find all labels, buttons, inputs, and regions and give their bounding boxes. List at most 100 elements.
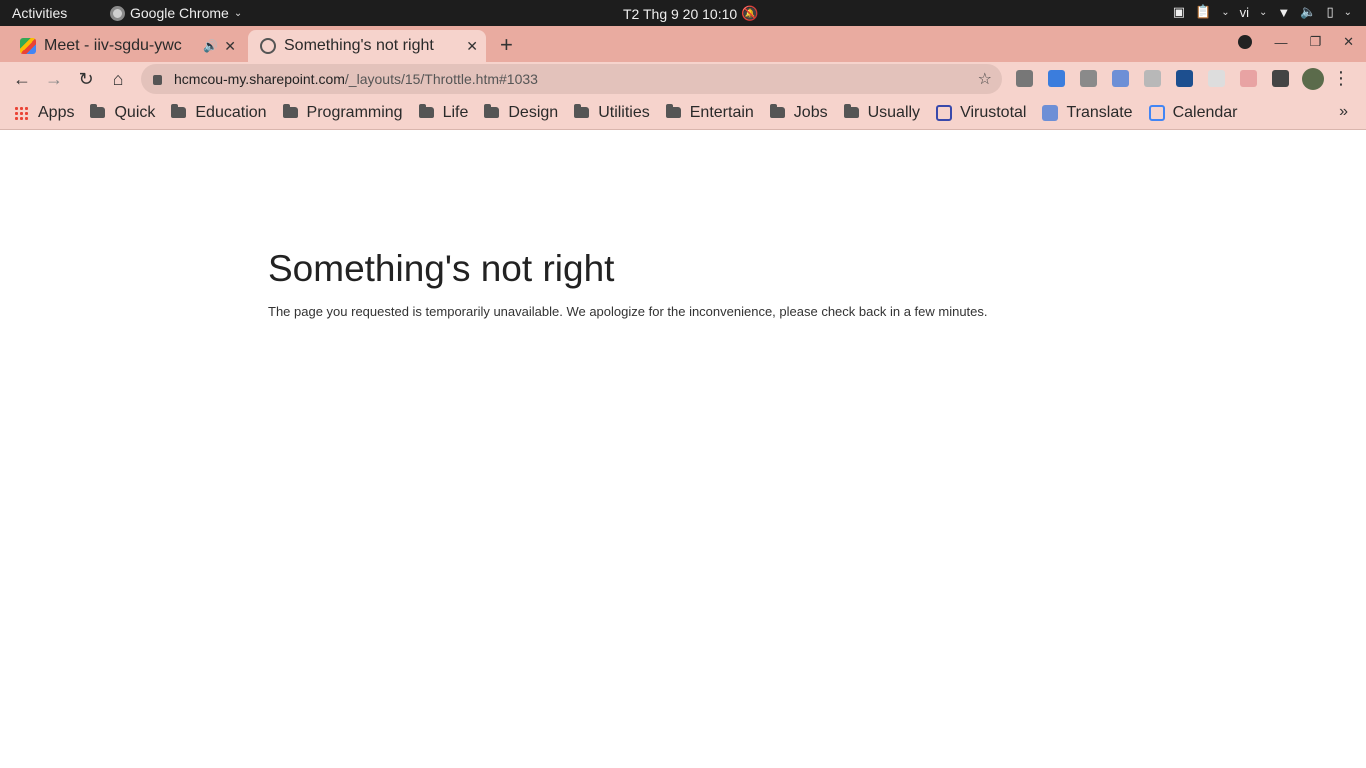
folder-icon	[769, 104, 785, 118]
tab-title: Meet - iiv-sgdu-ywc	[44, 37, 182, 54]
bookmark-label: Entertain	[689, 103, 754, 121]
window-controls: — ❐ ✕	[1238, 34, 1354, 50]
chevron-down-icon: ⌄	[233, 7, 243, 19]
translate-extension-icon[interactable]	[1112, 70, 1129, 87]
google-calendar-icon	[1148, 104, 1165, 121]
bookmark-folder-utilities[interactable]: Utilities	[574, 104, 650, 122]
system-tray: ▣ 📋 ⌄ vi ⌄ ▼ 🔈 ▯ ⌄	[1173, 4, 1352, 20]
bookmark-label: Utilities	[598, 103, 650, 121]
bookmark-star-icon[interactable]: ☆	[978, 69, 992, 89]
bookmark-folder-jobs[interactable]: Jobs	[769, 103, 828, 122]
page-title: Something's not right	[268, 248, 615, 289]
bookmark-calendar[interactable]: Calendar	[1148, 103, 1238, 122]
volume-icon[interactable]: 🔈	[1300, 4, 1316, 20]
vue-devtools-icon[interactable]	[1144, 70, 1161, 87]
folder-icon	[484, 104, 500, 118]
activities-button[interactable]: Activities	[12, 5, 67, 21]
bookmark-label: Design	[508, 103, 559, 121]
app-menu[interactable]: Google Chrome ⌄	[110, 5, 242, 21]
bookmark-folder-usually[interactable]: Usually	[843, 103, 921, 122]
pocket-icon[interactable]	[1240, 70, 1257, 87]
browser-toolbar: ← → ↻ ⌂ hcmcou-my.sharepoint.com/_layout…	[0, 62, 1366, 96]
document-extension-icon[interactable]	[1208, 70, 1225, 87]
bookmark-label: Virustotal	[960, 103, 1027, 121]
bookmark-folder-life[interactable]: Life	[418, 103, 469, 122]
folder-icon	[171, 104, 187, 118]
chevron-down-icon[interactable]: ⌄	[1344, 7, 1352, 18]
app-menu-label: Google Chrome	[130, 5, 229, 21]
bookmarks-bar: Apps Quick Education Programming Life De…	[0, 96, 1366, 130]
tab-strip: Meet - iiv-sgdu-ywc 🔊 ✕ Something's not …	[0, 26, 1366, 62]
bookmark-translate[interactable]: Translate	[1042, 103, 1133, 122]
chevron-down-icon: ⌄	[1259, 6, 1268, 18]
bookmark-label: Jobs	[793, 103, 828, 121]
tab-meet[interactable]: Meet - iiv-sgdu-ywc 🔊 ✕	[8, 30, 244, 62]
folder-icon	[282, 104, 298, 118]
app-indicator-icon[interactable]: ▣	[1173, 4, 1185, 20]
folder-icon	[574, 104, 590, 118]
bookmark-folder-quick[interactable]: Quick	[90, 104, 155, 122]
folder-icon	[665, 104, 681, 118]
bookmark-virustotal[interactable]: Virustotal	[936, 104, 1026, 122]
extensions-puzzle-icon[interactable]	[1272, 70, 1289, 87]
tab-title: Something's not right	[284, 37, 434, 54]
bookmark-folder-education[interactable]: Education	[171, 103, 267, 122]
mail-extension-icon[interactable]	[1048, 70, 1065, 87]
virustotal-icon	[936, 104, 953, 121]
new-tab-button[interactable]: +	[500, 32, 513, 58]
reload-button[interactable]: ↻	[74, 67, 98, 91]
wifi-icon[interactable]: ▼	[1277, 5, 1290, 20]
bookmark-folder-entertain[interactable]: Entertain	[665, 103, 754, 122]
system-top-bar: Activities Google Chrome ⌄ T2 Thg 9 20 1…	[0, 0, 1366, 26]
clipboard-icon[interactable]: 📋	[1195, 4, 1211, 20]
bookmark-label: Calendar	[1172, 103, 1238, 121]
restore-icon[interactable]: ❐	[1309, 34, 1321, 50]
tab-search-icon[interactable]	[1238, 35, 1253, 49]
address-bar[interactable]: hcmcou-my.sharepoint.com/_layouts/15/Thr…	[141, 64, 1002, 94]
close-tab-icon[interactable]: ✕	[466, 38, 478, 55]
more-bookmarks-icon[interactable]: »	[1339, 103, 1348, 121]
tab-active[interactable]: Something's not right ✕	[248, 30, 486, 62]
clock-label: T2 Thg 9 20 10:10	[623, 5, 738, 22]
globe-icon	[260, 38, 276, 54]
bookmark-label: Usually	[867, 103, 921, 121]
url-host: hcmcou-my.sharepoint.com	[174, 71, 345, 87]
chrome-icon	[110, 5, 125, 21]
bell-muted-icon: 🔕	[741, 5, 759, 21]
audio-playing-icon[interactable]: 🔊	[203, 39, 218, 53]
clock[interactable]: T2 Thg 9 20 10:10 🔕	[623, 5, 759, 22]
bookmark-folder-programming[interactable]: Programming	[282, 103, 403, 122]
forward-button[interactable]: →	[42, 67, 66, 91]
chrome-menu-icon[interactable]: ⋮	[1332, 68, 1350, 89]
folder-icon	[418, 104, 434, 118]
close-window-icon[interactable]: ✕	[1343, 34, 1354, 50]
extension-icon[interactable]	[1080, 70, 1097, 87]
battery-icon[interactable]: ▯	[1326, 4, 1333, 20]
minimize-icon[interactable]: —	[1274, 35, 1287, 50]
eyedropper-extension-icon[interactable]	[1016, 70, 1033, 87]
folder-icon	[843, 104, 859, 118]
bookmark-label: Life	[442, 103, 469, 121]
bookmark-label: Translate	[1066, 103, 1133, 121]
google-translate-icon	[1042, 104, 1059, 121]
profile-avatar[interactable]	[1302, 68, 1324, 90]
google-meet-icon	[20, 38, 36, 54]
language-indicator[interactable]: vi	[1240, 5, 1249, 20]
back-button[interactable]: ←	[10, 67, 34, 91]
bookmark-label: Apps	[38, 103, 75, 121]
bookmark-label: Quick	[114, 103, 156, 121]
bookmark-label: Education	[195, 103, 267, 121]
url-path: /_layouts/15/Throttle.htm#1033	[344, 71, 538, 87]
page-content: Something's not right The page you reque…	[0, 131, 1366, 768]
bookmark-folder-design[interactable]: Design	[484, 104, 558, 122]
home-button[interactable]: ⌂	[106, 67, 130, 91]
close-tab-icon[interactable]: ✕	[224, 38, 236, 55]
chevron-down-icon: ⌄	[1221, 6, 1230, 18]
bookmark-apps[interactable]: Apps	[14, 104, 74, 122]
bookmark-label: Programming	[306, 103, 403, 121]
download-extension-icon[interactable]	[1176, 70, 1193, 87]
lock-icon[interactable]	[153, 75, 162, 85]
apps-grid-icon	[14, 105, 28, 120]
error-message: The page you requested is temporarily un…	[268, 304, 988, 319]
folder-icon	[90, 104, 106, 118]
